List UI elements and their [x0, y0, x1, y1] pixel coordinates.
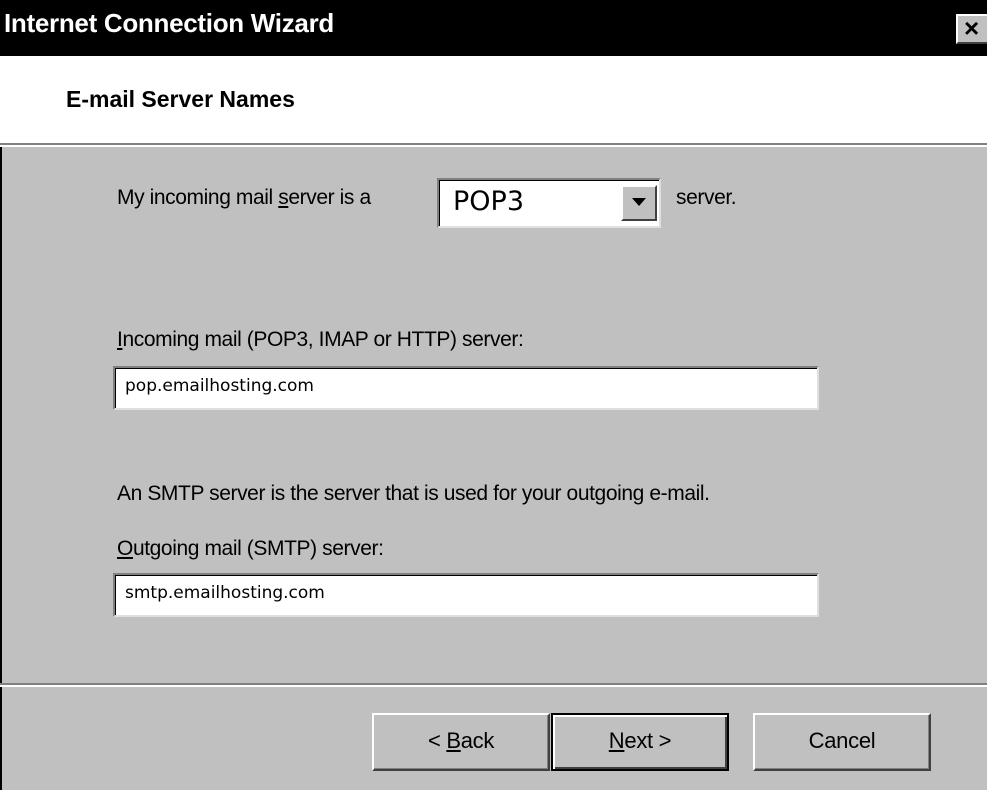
outgoing-server-label: Outgoing mail (SMTP) server:: [117, 537, 384, 560]
server-type-select[interactable]: POP3: [437, 178, 661, 228]
server-type-value: POP3: [453, 186, 524, 217]
cancel-button[interactable]: Cancel: [753, 713, 931, 771]
title-bar: Internet Connection Wizard ×: [0, 0, 987, 56]
window-border: [0, 56, 2, 790]
outgoing-server-value: smtp.emailhosting.com: [125, 583, 325, 603]
incoming-server-value: pop.emailhosting.com: [125, 376, 314, 396]
next-button[interactable]: Next >: [551, 713, 729, 771]
outgoing-server-field[interactable]: smtp.emailhosting.com: [113, 573, 819, 617]
back-button[interactable]: < Back: [372, 713, 550, 771]
server-type-dropdown-button[interactable]: [621, 185, 657, 221]
window-title: Internet Connection Wizard: [4, 8, 334, 38]
incoming-server-field[interactable]: pop.emailhosting.com: [113, 366, 819, 410]
server-type-label-text: My incoming mail server is a: [117, 186, 371, 209]
server-type-suffix: server.: [676, 186, 737, 209]
header-divider: [0, 143, 987, 147]
smtp-description: An SMTP server is the server that is use…: [117, 482, 710, 505]
wizard-header: E-mail Server Names: [0, 56, 987, 143]
server-type-label: My incoming mail server is a: [117, 186, 371, 210]
footer-divider: [0, 683, 987, 687]
incoming-server-label: Incoming mail (POP3, IMAP or HTTP) serve…: [117, 328, 524, 351]
close-button[interactable]: ×: [956, 14, 987, 44]
chevron-down-icon: [632, 198, 646, 206]
page-title: E-mail Server Names: [66, 86, 295, 112]
close-icon: ×: [964, 14, 980, 43]
